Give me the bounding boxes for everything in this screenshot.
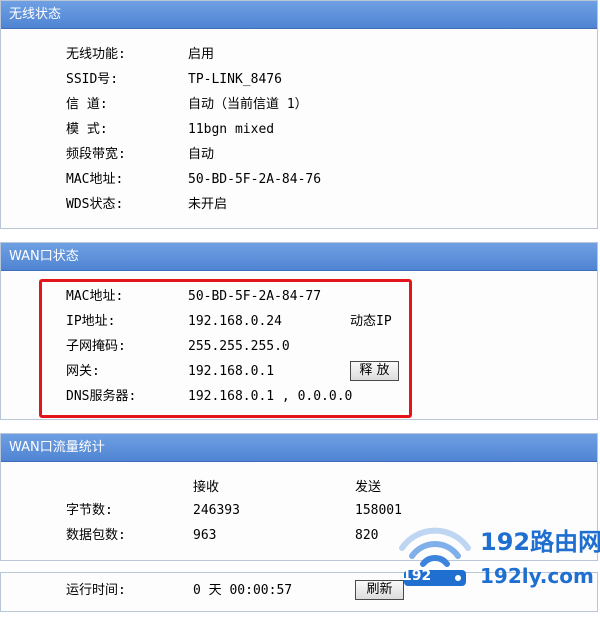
wireless-status-title: 无线状态	[1, 1, 597, 29]
uptime-label: 运行时间:	[66, 583, 126, 598]
row-label: 频段带宽:	[66, 147, 126, 162]
row-value: 自动（当前信道 1）	[188, 97, 308, 112]
send-value: 158001	[355, 503, 402, 518]
row-label: 数据包数:	[66, 528, 126, 543]
row-value: TP-LINK_8476	[188, 72, 282, 87]
send-column-header: 发送	[355, 480, 382, 495]
wan-status-title: WAN口状态	[1, 243, 597, 271]
watermark-domain-prefix: 192	[402, 568, 432, 584]
receive-value: 246393	[193, 503, 240, 518]
row-label: WDS状态:	[66, 197, 124, 212]
uptime-value: 0 天 00:00:57	[193, 583, 293, 598]
highlight-box	[39, 279, 412, 418]
receive-column-header: 接收	[193, 480, 220, 495]
row-value: 自动	[188, 147, 215, 162]
row-value: 启用	[188, 47, 215, 62]
row-value: 11bgn mixed	[188, 122, 275, 137]
row-label: MAC地址:	[66, 172, 124, 187]
send-value: 820	[355, 528, 379, 543]
row-label: SSID号:	[66, 72, 119, 87]
row-value: 50-BD-5F-2A-84-76	[188, 172, 322, 187]
row-label: 模 式:	[66, 122, 108, 137]
watermark-domain: 192ly.com	[480, 564, 594, 588]
wireless-status-panel: 无线状态 无线功能: 启用 SSID号: TP-LINK_8476 信 道: 自…	[0, 0, 598, 229]
row-value: 未开启	[188, 197, 228, 212]
row-label: 无线功能:	[66, 47, 126, 62]
wan-traffic-title: WAN口流量统计	[1, 434, 597, 462]
row-label: 信 道:	[66, 97, 108, 112]
receive-value: 963	[193, 528, 217, 543]
row-label: 字节数:	[66, 503, 113, 518]
watermark-logo: 192路由网 192 192ly.com	[396, 518, 600, 590]
watermark-brand: 192路由网	[480, 528, 600, 556]
